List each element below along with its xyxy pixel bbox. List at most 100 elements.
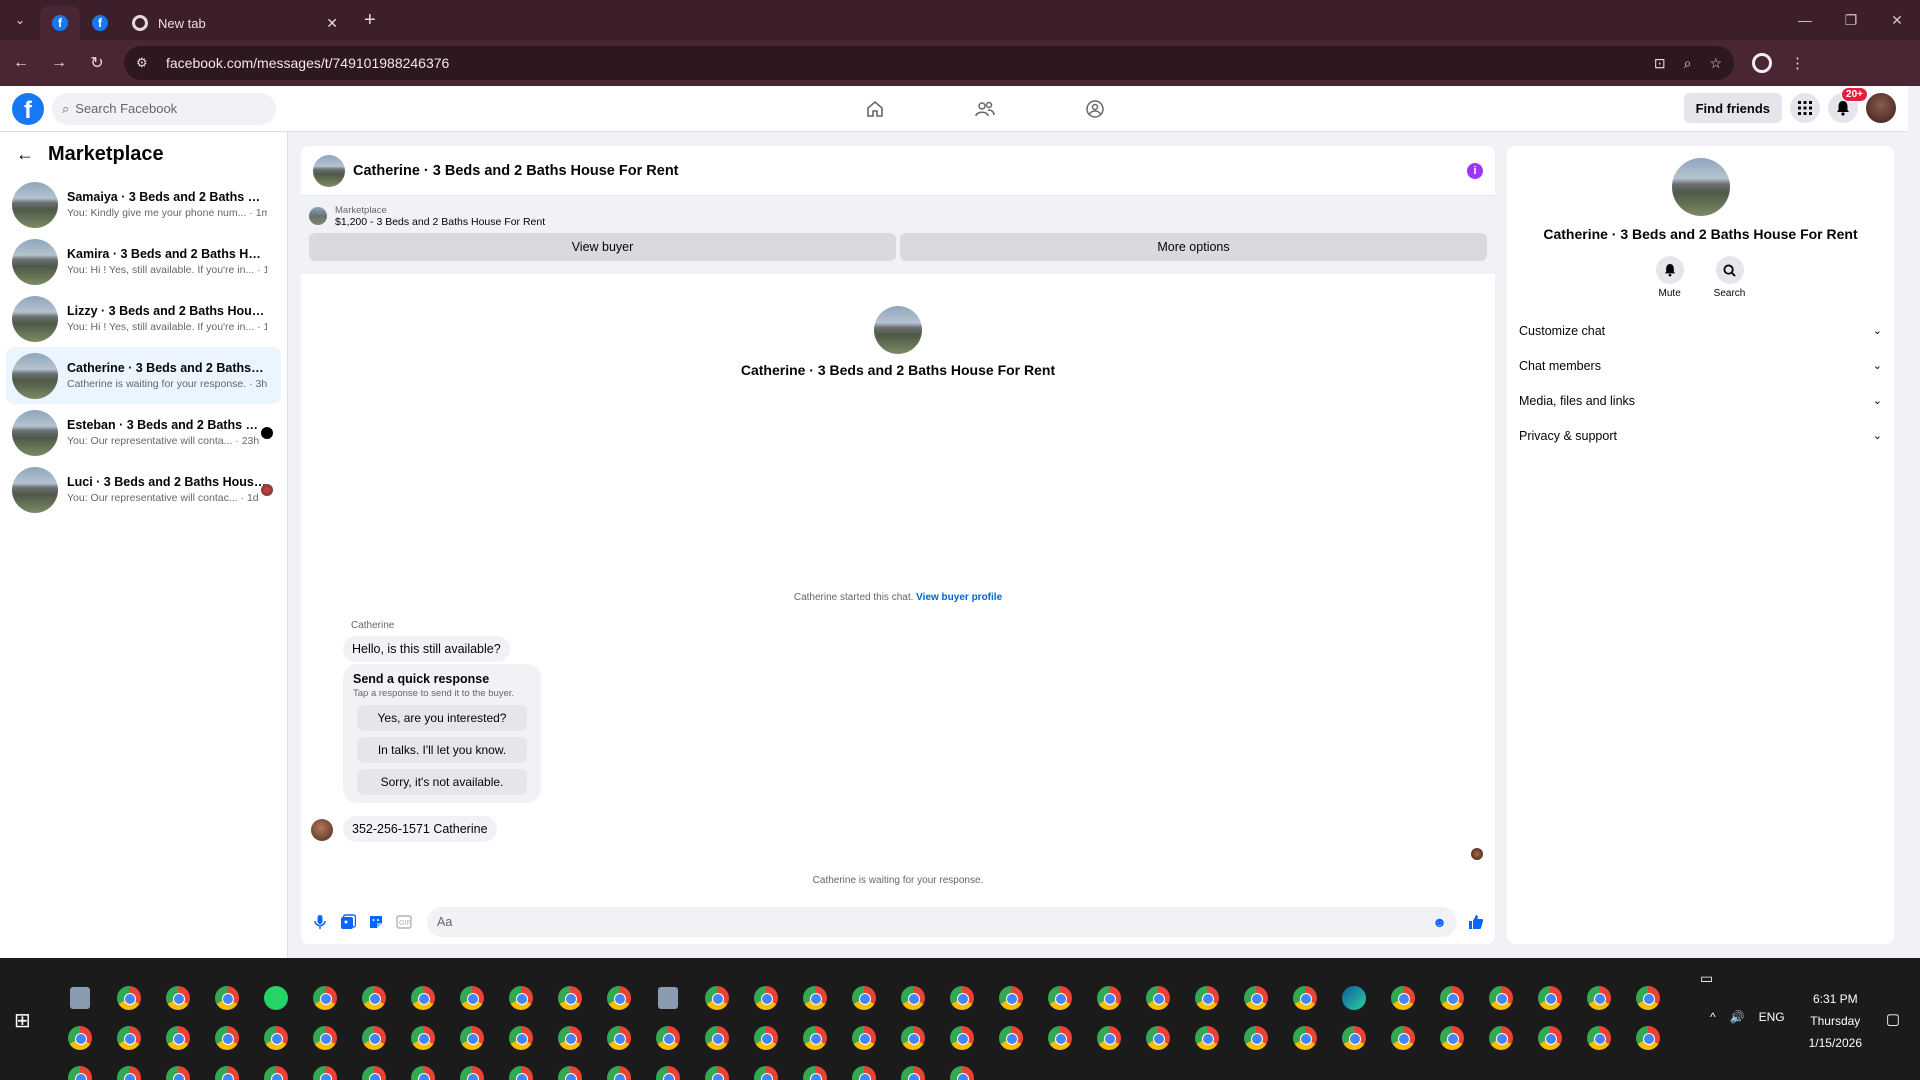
app-icon[interactable] <box>55 978 104 1018</box>
chrome-icon[interactable] <box>300 1058 349 1080</box>
chrome-icon[interactable] <box>251 1018 300 1058</box>
chrome-icon[interactable] <box>1427 1018 1476 1058</box>
chrome-icon[interactable] <box>692 1058 741 1080</box>
search-input[interactable]: ⌕ Search Facebook <box>52 92 276 125</box>
chrome-icon[interactable] <box>790 1018 839 1058</box>
view-buyer-button[interactable]: View buyer <box>309 233 896 261</box>
facebook-logo-icon[interactable]: f <box>12 92 44 125</box>
chrome-icon[interactable] <box>300 978 349 1018</box>
thumbs-up-icon[interactable] <box>1467 913 1485 931</box>
sticker-icon[interactable] <box>367 913 385 931</box>
customize-chat-section[interactable]: Customize chat ⌄ <box>1507 313 1894 348</box>
new-tab-button[interactable]: + <box>350 9 390 32</box>
notification-center-icon[interactable]: ▢ <box>1886 1010 1900 1028</box>
windows-start-icon[interactable]: ⊞ <box>14 1008 31 1033</box>
chrome-icon[interactable] <box>55 1018 104 1058</box>
chrome-icon[interactable] <box>937 978 986 1018</box>
chrome-icon[interactable] <box>496 978 545 1018</box>
chrome-icon[interactable] <box>398 1018 447 1058</box>
chrome-icon[interactable] <box>741 978 790 1018</box>
chrome-icon[interactable] <box>1035 1018 1084 1058</box>
tab-search-button[interactable]: ⌄ <box>6 6 34 34</box>
conversation-item[interactable]: Luci · 3 Beds and 2 Baths House ... You:… <box>6 461 281 518</box>
install-app-icon[interactable]: ⊡ <box>1654 55 1666 72</box>
chrome-icon[interactable] <box>1035 978 1084 1018</box>
chrome-icon[interactable] <box>643 1018 692 1058</box>
quick-response-option[interactable]: Yes, are you interested? <box>357 705 527 731</box>
mute-button[interactable]: Mute <box>1655 256 1684 299</box>
chrome-icon[interactable] <box>349 978 398 1018</box>
chrome-icon[interactable] <box>349 1018 398 1058</box>
whatsapp-icon[interactable] <box>251 978 300 1018</box>
chrome-icon[interactable] <box>888 1058 937 1080</box>
photo-icon[interactable] <box>339 913 357 931</box>
chrome-icon[interactable] <box>496 1018 545 1058</box>
chrome-icon[interactable] <box>1231 1018 1280 1058</box>
chrome-icon[interactable] <box>202 1058 251 1080</box>
back-icon[interactable]: ← <box>4 46 38 80</box>
chrome-icon[interactable] <box>1427 978 1476 1018</box>
zoom-icon[interactable]: ⌕ <box>1684 55 1692 72</box>
profile-icon[interactable] <box>1752 53 1772 73</box>
chrome-icon[interactable] <box>594 1058 643 1080</box>
chrome-icon[interactable] <box>643 1058 692 1080</box>
chrome-icon[interactable] <box>1280 1018 1329 1058</box>
chrome-icon[interactable] <box>1329 1018 1378 1058</box>
reload-icon[interactable]: ↻ <box>80 46 114 80</box>
close-window-icon[interactable]: ✕ <box>1874 0 1920 40</box>
chrome-icon[interactable] <box>692 978 741 1018</box>
chrome-icon[interactable] <box>349 1058 398 1080</box>
tab-new-tab[interactable]: New tab ✕ <box>120 6 350 40</box>
chat-title[interactable]: Catherine · 3 Beds and 2 Baths House For… <box>353 163 679 179</box>
chrome-icon[interactable] <box>55 1058 104 1080</box>
volume-icon[interactable]: 🔊 <box>1730 1010 1745 1024</box>
chrome-icon[interactable] <box>1623 1018 1672 1058</box>
listing-thumbnail[interactable] <box>1671 158 1730 216</box>
close-tab-icon[interactable]: ✕ <box>326 15 338 32</box>
menu-grid-icon[interactable] <box>1790 93 1820 123</box>
chrome-icon[interactable] <box>104 1018 153 1058</box>
chrome-icon[interactable] <box>790 1058 839 1080</box>
chrome-icon[interactable] <box>1182 1018 1231 1058</box>
chrome-icon[interactable] <box>839 1058 888 1080</box>
chrome-icon[interactable] <box>1084 978 1133 1018</box>
chrome-icon[interactable] <box>202 978 251 1018</box>
chrome-icon[interactable] <box>1574 978 1623 1018</box>
tab-facebook-1[interactable]: f <box>40 6 80 40</box>
page-scrollbar[interactable] <box>1908 86 1920 958</box>
chrome-icon[interactable] <box>1133 1018 1182 1058</box>
chrome-icon[interactable] <box>153 1018 202 1058</box>
groups-icon[interactable] <box>1040 86 1150 132</box>
home-icon[interactable] <box>820 86 930 132</box>
restore-icon[interactable]: ❐ <box>1828 0 1874 40</box>
chrome-icon[interactable] <box>888 1018 937 1058</box>
info-icon[interactable]: i <box>1467 162 1483 179</box>
chrome-icon[interactable] <box>398 1058 447 1080</box>
chrome-icon[interactable] <box>839 978 888 1018</box>
language-indicator[interactable]: ENG <box>1759 1010 1785 1024</box>
quick-response-option[interactable]: In talks. I'll let you know. <box>357 737 527 763</box>
back-arrow-icon[interactable]: ← <box>16 144 34 165</box>
chrome-icon[interactable] <box>937 1058 986 1080</box>
chrome-icon[interactable] <box>741 1018 790 1058</box>
conversation-item[interactable]: Lizzy · 3 Beds and 2 Baths House F... Yo… <box>6 290 281 347</box>
chrome-icon[interactable] <box>300 1018 349 1058</box>
chrome-icon[interactable] <box>790 978 839 1018</box>
clock[interactable]: 6:31 PM Thursday 1/15/2026 <box>1809 988 1862 1054</box>
find-friends-button[interactable]: Find friends <box>1683 93 1782 123</box>
conversation-item-selected[interactable]: Catherine · 3 Beds and 2 Baths Ho... Cat… <box>6 347 281 404</box>
chrome-icon[interactable] <box>1623 978 1672 1018</box>
microphone-icon[interactable] <box>311 913 329 931</box>
display-icon[interactable]: ▭ <box>1700 970 1713 987</box>
chat-members-section[interactable]: Chat members ⌄ <box>1507 348 1894 383</box>
chrome-icon[interactable] <box>202 1018 251 1058</box>
show-hidden-icons-icon[interactable]: ^ <box>1710 1010 1716 1024</box>
quick-response-option[interactable]: Sorry, it's not available. <box>357 769 527 795</box>
chrome-icon[interactable] <box>1476 978 1525 1018</box>
chrome-icon[interactable] <box>251 1058 300 1080</box>
chrome-icon[interactable] <box>1133 978 1182 1018</box>
chrome-icon[interactable] <box>1280 978 1329 1018</box>
chrome-icon[interactable] <box>1231 978 1280 1018</box>
message-input[interactable]: Aa ☻ <box>427 907 1457 937</box>
forward-icon[interactable]: → <box>42 46 76 80</box>
